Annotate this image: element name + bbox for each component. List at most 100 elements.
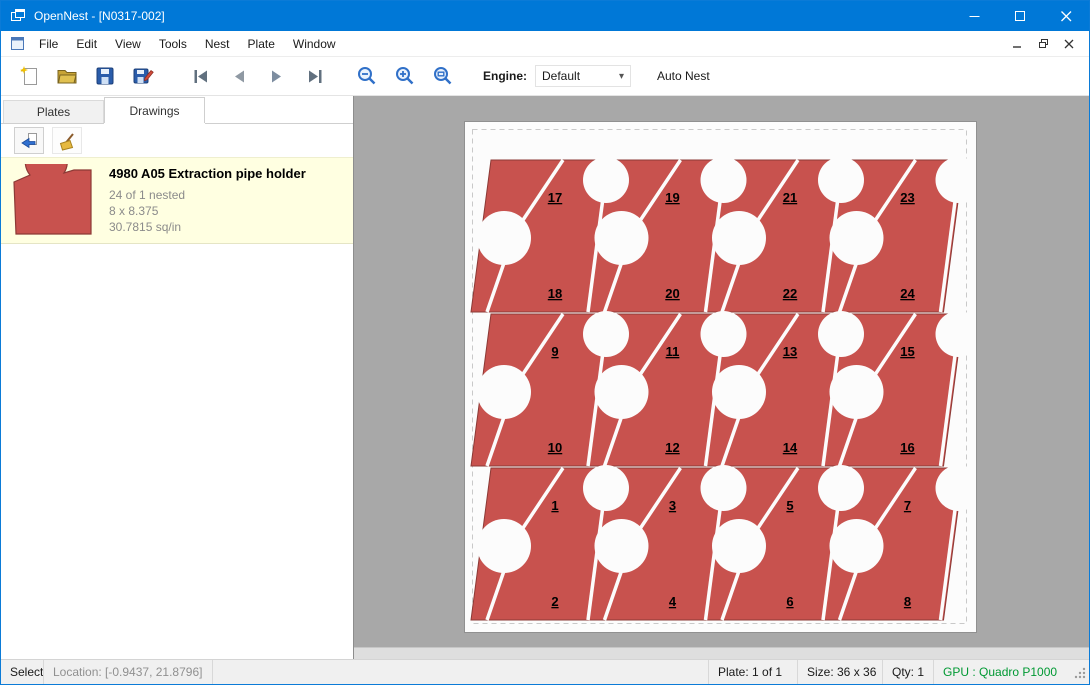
part-number-label: 4 xyxy=(669,594,677,609)
pipe-notch xyxy=(583,311,629,357)
pipe-notch xyxy=(818,157,864,203)
chevron-down-icon: ▾ xyxy=(619,71,624,82)
auto-nest-button[interactable]: Auto Nest xyxy=(647,63,720,89)
part-number-label: 10 xyxy=(548,440,562,455)
part-number-label: 7 xyxy=(904,498,911,513)
part-number-label: 13 xyxy=(783,344,797,359)
menu-item-view[interactable]: View xyxy=(106,32,150,56)
part-number-label: 14 xyxy=(783,440,798,455)
save-edit-icon xyxy=(132,65,154,87)
part-number-label: 22 xyxy=(783,286,797,301)
menu-bar: File Edit View Tools Nest Plate Window xyxy=(1,31,1089,57)
title-bar: OpenNest - [N0317-002] xyxy=(1,1,1089,31)
document-icon xyxy=(10,36,25,51)
part-number-label: 17 xyxy=(548,190,562,205)
new-button[interactable] xyxy=(13,61,45,91)
pipe-notch xyxy=(477,211,531,265)
part-number-label: 2 xyxy=(551,594,558,609)
pipe-notch xyxy=(701,157,747,203)
open-button[interactable] xyxy=(51,61,83,91)
engine-label: Engine: xyxy=(483,69,527,83)
menu-item-window[interactable]: Window xyxy=(284,32,345,56)
zoom-in-icon xyxy=(394,65,416,87)
part-number-label: 15 xyxy=(900,344,914,359)
minimize-button[interactable] xyxy=(951,1,997,31)
part-number-label: 6 xyxy=(786,594,793,609)
drawing-info: 4980 A05 Extraction pipe holder 24 of 1 … xyxy=(109,164,306,237)
menu-item-nest[interactable]: Nest xyxy=(196,32,239,56)
zoom-fit-button[interactable] xyxy=(427,61,459,91)
tab-drawings[interactable]: Drawings xyxy=(104,97,205,123)
mdi-close-button[interactable] xyxy=(1057,34,1081,54)
app-window: OpenNest - [N0317-002] File Edit View To… xyxy=(0,0,1090,685)
part-number-label: 18 xyxy=(548,286,562,301)
pipe-notch xyxy=(830,211,884,265)
plate: 171819202122232491011121314151612345678 xyxy=(464,121,977,633)
page-arrow-left-icon xyxy=(19,131,39,151)
close-button[interactable] xyxy=(1043,1,1089,31)
save-button[interactable] xyxy=(89,61,121,91)
part-number-label: 11 xyxy=(666,344,680,359)
menu-item-plate[interactable]: Plate xyxy=(239,32,284,56)
drawing-title: 4980 A05 Extraction pipe holder xyxy=(109,166,306,181)
previous-record-button[interactable] xyxy=(223,61,255,91)
pipe-notch xyxy=(583,465,629,511)
engine-value: Default xyxy=(542,69,580,83)
save-icon xyxy=(94,65,116,87)
zoom-in-button[interactable] xyxy=(389,61,421,91)
status-gpu: GPU : Quadro P1000 xyxy=(934,660,1074,684)
resize-grip[interactable] xyxy=(1074,667,1089,684)
next-record-button[interactable] xyxy=(261,61,293,91)
pipe-notch xyxy=(712,519,766,573)
menu-item-file[interactable]: File xyxy=(30,32,67,56)
drawing-area: 30.7815 sq/in xyxy=(109,219,306,235)
pipe-notch xyxy=(830,365,884,419)
pipe-notch xyxy=(712,211,766,265)
clear-button[interactable] xyxy=(52,127,82,154)
menu-item-tools[interactable]: Tools xyxy=(150,32,196,56)
status-qty: Qty: 1 xyxy=(883,660,933,684)
part-number-label: 5 xyxy=(786,498,793,513)
first-icon xyxy=(190,65,212,87)
first-record-button[interactable] xyxy=(185,61,217,91)
toolbar: Engine: Default ▾ Auto Nest xyxy=(1,57,1089,96)
next-icon xyxy=(266,65,288,87)
part-number-label: 24 xyxy=(900,286,915,301)
part-number-label: 23 xyxy=(900,190,914,205)
drawing-list-item[interactable]: 4980 A05 Extraction pipe holder 24 of 1 … xyxy=(1,157,353,244)
engine-select[interactable]: Default ▾ xyxy=(535,65,631,87)
previous-icon xyxy=(228,65,250,87)
pipe-notch xyxy=(595,211,649,265)
part-number-label: 19 xyxy=(665,190,679,205)
nest-canvas[interactable]: 171819202122232491011121314151612345678 xyxy=(353,96,1089,659)
zoom-out-button[interactable] xyxy=(351,61,383,91)
part-number-label: 20 xyxy=(665,286,679,301)
send-to-plate-button[interactable] xyxy=(14,127,44,154)
nest-svg: 171819202122232491011121314151612345678 xyxy=(465,122,976,632)
status-location: Location: [-0.9437, 21.8796] xyxy=(44,660,212,684)
save-as-button[interactable] xyxy=(127,61,159,91)
part-number-label: 1 xyxy=(551,498,558,513)
pipe-notch xyxy=(712,365,766,419)
mdi-restore-button[interactable] xyxy=(1031,34,1055,54)
app-icon xyxy=(10,8,26,24)
sidebar-body: 4980 A05 Extraction pipe holder 24 of 1 … xyxy=(1,123,353,659)
broom-icon xyxy=(57,131,77,151)
pipe-notch xyxy=(701,311,747,357)
pipe-notch xyxy=(830,519,884,573)
menu-item-edit[interactable]: Edit xyxy=(67,32,106,56)
pipe-notch xyxy=(701,465,747,511)
zoom-out-icon xyxy=(356,65,378,87)
maximize-button[interactable] xyxy=(997,1,1043,31)
pipe-notch xyxy=(583,157,629,203)
drawing-nested-count: 24 of 1 nested xyxy=(109,187,306,203)
horizontal-scrollbar[interactable] xyxy=(354,647,1089,659)
mdi-minimize-button[interactable] xyxy=(1005,34,1029,54)
new-document-icon xyxy=(18,65,40,87)
status-divider xyxy=(212,660,213,684)
last-record-button[interactable] xyxy=(299,61,331,91)
tab-plates[interactable]: Plates xyxy=(3,100,104,123)
part-number-label: 9 xyxy=(551,344,558,359)
status-bar: Select Location: [-0.9437, 21.8796] Plat… xyxy=(1,659,1089,684)
drawing-dimensions: 8 x 8.375 xyxy=(109,203,306,219)
